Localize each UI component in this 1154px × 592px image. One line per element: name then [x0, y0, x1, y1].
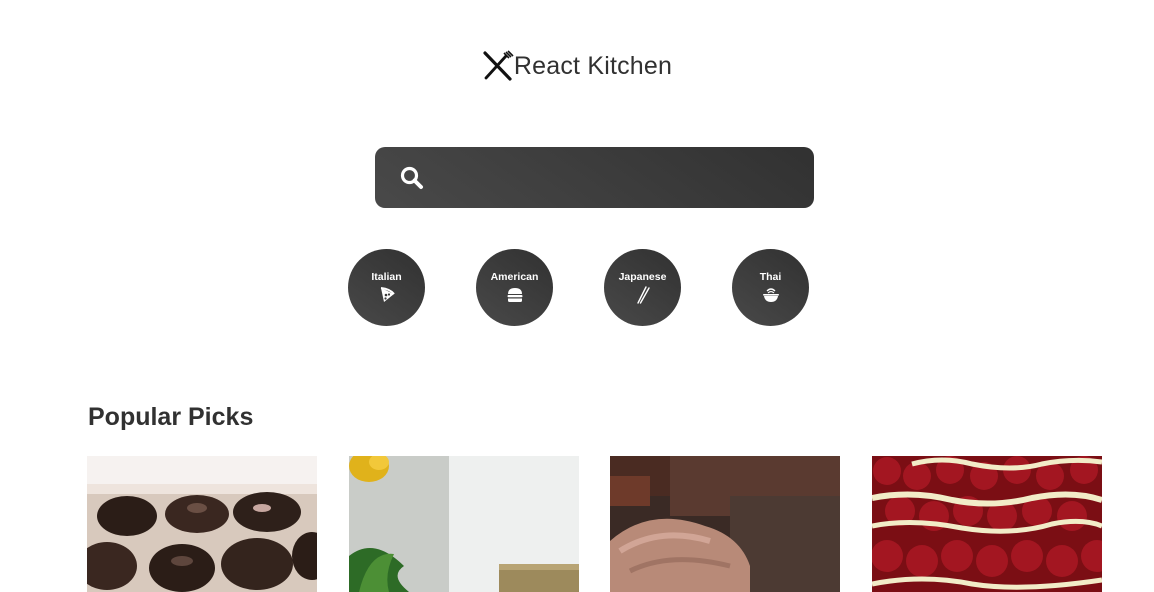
recipe-image — [610, 456, 840, 592]
app-title: React Kitchen — [513, 51, 673, 80]
cuisine-italian-button[interactable]: Italian — [348, 249, 425, 326]
knife-fork-icon — [483, 50, 514, 81]
pizza-icon — [380, 287, 395, 302]
section-title: Popular Picks — [88, 403, 254, 431]
noodle-bowl-icon — [762, 288, 779, 302]
search-bar[interactable] — [375, 147, 814, 208]
recipe-image — [872, 456, 1102, 592]
recipe-card-raspberry-tart[interactable] — [872, 456, 1102, 592]
cuisine-label: Japanese — [618, 271, 667, 283]
chopsticks-icon — [636, 286, 650, 304]
cuisine-american-button[interactable]: American — [476, 249, 553, 326]
cuisine-nav: Italian American Japanese Thai — [0, 249, 1154, 327]
recipe-card-chocolate-cake[interactable] — [610, 456, 840, 592]
recipe-card-chocolate-cookies[interactable] — [87, 456, 317, 592]
logo[interactable]: React Kitchen — [0, 50, 1154, 82]
cuisine-label: Thai — [759, 271, 782, 283]
search-input[interactable] — [439, 157, 803, 199]
cuisine-label: Italian — [371, 271, 402, 283]
recipe-image — [349, 456, 579, 592]
cuisine-thai-button[interactable]: Thai — [732, 249, 809, 326]
recipe-card-greens[interactable] — [349, 456, 579, 592]
burger-icon — [507, 288, 522, 302]
search-icon — [400, 166, 423, 189]
cuisine-japanese-button[interactable]: Japanese — [604, 249, 681, 326]
recipe-image — [87, 456, 317, 592]
cuisine-label: American — [490, 271, 539, 283]
